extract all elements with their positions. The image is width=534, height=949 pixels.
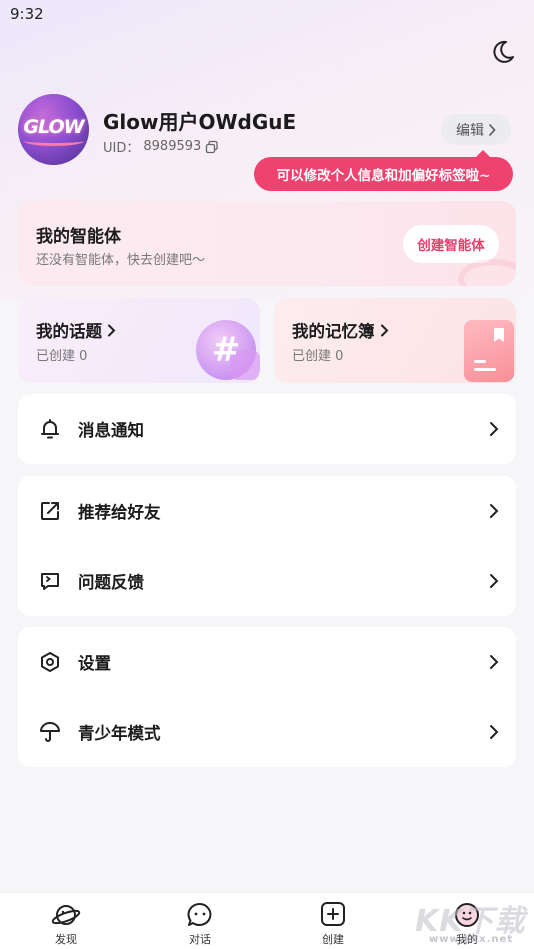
edit-label: 编辑 [456,122,484,139]
menu-item-teen-mode[interactable]: 青少年模式 [18,697,516,767]
nav-label: 发现 [55,933,77,946]
nav-create[interactable]: 创建 [303,901,363,947]
settings-icon [41,652,59,672]
settings-group: 设置 青少年模式 [18,627,516,767]
bell-icon [41,419,59,439]
topic-card-title-row: 我的话题 [36,318,116,342]
nav-label: 对话 [189,933,211,946]
bookmark-icon [494,328,504,342]
planet-icon [51,905,81,925]
uid-label: UID： [103,141,140,156]
menu-label: 问题反馈 [78,573,144,592]
menu-label: 青少年模式 [78,724,161,743]
menu-item-feedback[interactable]: 问题反馈 [18,546,516,616]
umbrella-icon [40,722,60,742]
username: Glow用户OWdGuE [103,110,297,134]
menu-label: 设置 [78,654,111,673]
menu-item-settings[interactable]: 设置 [18,627,516,697]
copy-icon[interactable] [205,140,219,154]
status-time: 9:32 [10,5,44,23]
topic-card-count: 已创建 0 [36,349,88,364]
memo-card-count: 已创建 0 [292,349,344,364]
agent-card-subtitle: 还没有智能体，快去创建吧～ [36,253,206,268]
chevron-right-icon [489,123,496,136]
plus-square-icon [321,902,345,926]
uid-row: UID： 8989593 [103,137,219,156]
avatar-logo-text: GLOW [23,116,84,138]
memo-card-title-row: 我的记忆簿 [292,318,389,342]
nav-chat[interactable]: 对话 [170,901,230,947]
menu-item-recommend[interactable]: 推荐给好友 [18,476,516,546]
watermark-logo: KK下载 www.kkx.net [415,896,534,946]
chevron-right-icon [490,422,499,436]
chevron-right-icon [108,324,116,336]
chevron-right-icon [380,324,388,336]
create-agent-button[interactable]: 创建智能体 [403,225,499,263]
hashtag-icon: # [196,320,260,380]
chat-bubble-icon [187,902,212,926]
notebook-icon [464,320,514,382]
nav-label: 创建 [322,933,344,946]
chevron-right-icon [490,725,499,739]
chevron-right-icon [490,504,499,518]
nav-discover[interactable]: 发现 [36,901,96,947]
agent-card-title: 我的智能体 [36,227,121,247]
avatar[interactable]: GLOW [18,94,89,165]
my-topics-card[interactable]: 我的话题 已创建 0 # [18,298,260,383]
avatar-swoosh [24,136,84,146]
feedback-icon [41,573,59,590]
menu-label: 消息通知 [78,421,144,440]
chevron-right-icon [490,574,499,588]
watermark-url: www.kkx.net [429,934,514,945]
topic-card-title: 我的话题 [36,322,102,341]
share-feedback-group: 推荐给好友 问题反馈 [18,476,516,616]
memo-card-title: 我的记忆簿 [292,322,375,341]
share-icon [41,502,59,520]
memory-book-card[interactable]: 我的记忆簿 已创建 0 [274,298,516,383]
chevron-right-icon [490,655,499,669]
notifications-group: 消息通知 [18,394,516,464]
uid-value: 8989593 [143,139,202,154]
moon-icon[interactable] [489,38,517,66]
agent-card-decoration [458,259,516,286]
edit-profile-button[interactable]: 编辑 [441,114,511,145]
edit-tip-tooltip[interactable]: 可以修改个人信息和加偏好标签啦~ [254,150,513,191]
menu-label: 推荐给好友 [78,503,161,522]
menu-item-notifications[interactable]: 消息通知 [18,394,516,464]
my-agents-card[interactable]: 我的智能体 还没有智能体，快去创建吧～ 创建智能体 [18,201,516,286]
